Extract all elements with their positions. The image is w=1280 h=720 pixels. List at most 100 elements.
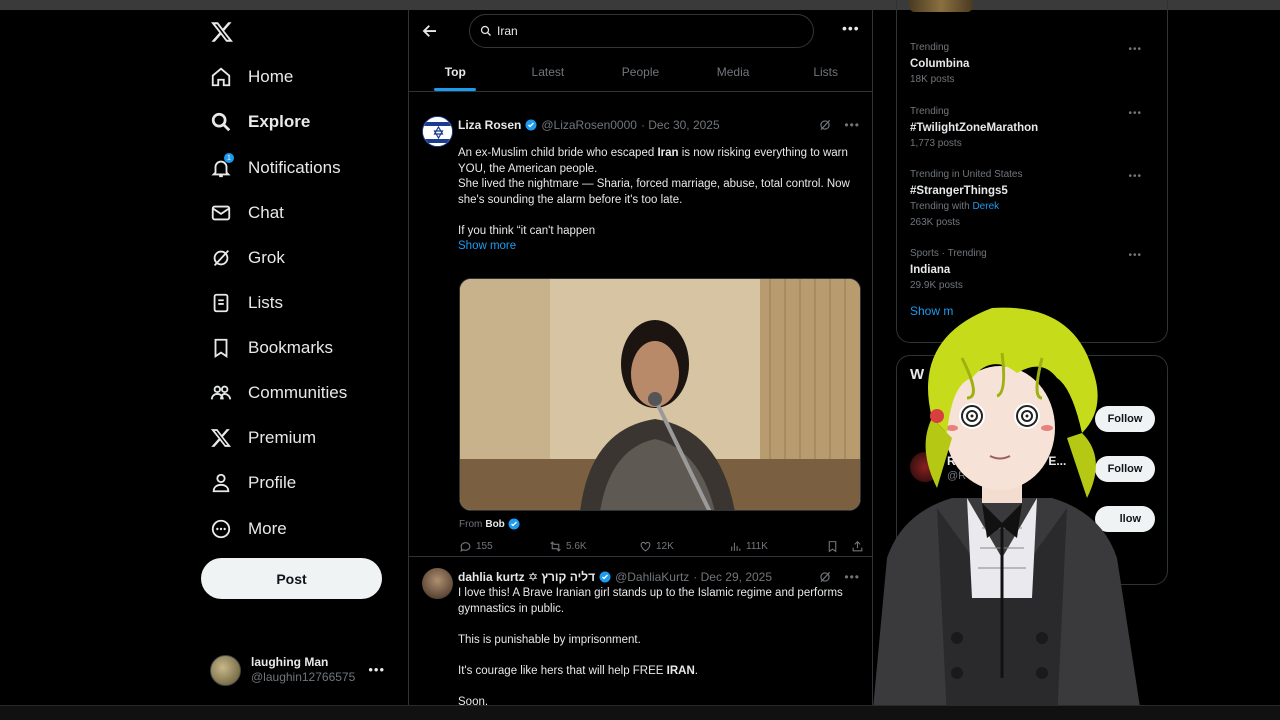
trend-title: #StrangerThings5: [910, 185, 1008, 197]
tweet[interactable]: dahlia kurtz ✡ דליה קורץ @DahliaKurtz · …: [409, 558, 872, 705]
grok-icon[interactable]: [818, 118, 832, 132]
show-more-link[interactable]: Show more: [458, 239, 863, 255]
like-button[interactable]: 12K: [639, 540, 729, 553]
more-dots-icon[interactable]: •••: [1128, 169, 1142, 185]
avatar[interactable]: [422, 116, 453, 147]
author-name[interactable]: dahlia kurtz ✡ דליה קורץ: [458, 570, 595, 584]
search-query: Iran: [497, 24, 518, 38]
more-dots-icon[interactable]: •••: [1128, 106, 1142, 122]
bookmark-icon[interactable]: [826, 540, 839, 553]
more-dots-icon[interactable]: •••: [1128, 42, 1142, 58]
trend-count: 18K posts: [910, 74, 955, 85]
text-line: This is punishable by imprisonment.: [458, 633, 641, 646]
nav-more[interactable]: More: [200, 509, 287, 549]
grok-icon[interactable]: [818, 570, 832, 584]
reply-count: 155: [476, 541, 493, 552]
nav-profile[interactable]: Profile: [200, 463, 296, 503]
vtuber-avatar-overlay: [872, 307, 1142, 720]
account-name: laughing Man: [251, 655, 329, 669]
avatar[interactable]: [422, 568, 453, 599]
verified-badge-icon: [525, 119, 537, 131]
nav-label: Lists: [248, 293, 283, 312]
trend-item[interactable]: Trending in United States #StrangerThing…: [910, 167, 1156, 231]
trend-item[interactable]: Trending Columbina 18K posts •••: [910, 40, 1156, 88]
nav-label: Grok: [248, 248, 285, 267]
repost-button[interactable]: 5.6K: [549, 540, 639, 553]
reply-icon: [460, 542, 471, 552]
repost-icon: [550, 541, 561, 552]
views-button[interactable]: 111K: [729, 540, 826, 553]
mail-icon: [211, 205, 231, 221]
verified-badge-icon: [508, 518, 520, 530]
more-dots-icon[interactable]: •••: [842, 20, 860, 36]
tab-latest[interactable]: Latest: [502, 56, 595, 91]
tab-top[interactable]: Top: [409, 56, 502, 91]
nav-chat[interactable]: Chat: [200, 193, 284, 233]
author-name[interactable]: Liza Rosen: [458, 118, 521, 132]
trend-category: Trending: [910, 42, 950, 53]
trend-with-prefix: Trending with: [910, 201, 970, 212]
nav-label: Premium: [248, 428, 317, 447]
author-handle[interactable]: @LizaRosen0000: [541, 118, 637, 132]
video-thumbnail[interactable]: [459, 278, 861, 511]
search-icon: [480, 25, 491, 36]
nav-explore[interactable]: Explore: [200, 102, 310, 142]
reply-button[interactable]: 155: [459, 540, 549, 553]
notification-badge: 1: [224, 153, 234, 163]
post-button[interactable]: Post: [201, 558, 382, 599]
tweet-stats: 155 5.6K 12K 111K: [459, 540, 864, 553]
tweet-text: An ex-Muslim child bride who escaped Ira…: [458, 146, 863, 255]
tweet-date[interactable]: · Dec 30, 2025: [641, 118, 720, 132]
heart-icon: [640, 541, 651, 552]
account-switcher[interactable]: laughing Man @laughin12766575 •••: [210, 650, 400, 690]
tab-lists[interactable]: Lists: [779, 56, 872, 91]
nav-label: More: [248, 519, 287, 538]
repost-count: 5.6K: [566, 541, 587, 552]
trend-with-link[interactable]: Derek: [972, 201, 999, 212]
nav-notifications[interactable]: 1 Notifications: [200, 148, 341, 188]
nav-label: Notifications: [248, 158, 341, 177]
trend-count: 1,773 posts: [910, 138, 962, 149]
from-name[interactable]: Bob: [485, 519, 504, 530]
more-dots-icon[interactable]: •••: [1128, 248, 1142, 264]
nav-communities[interactable]: Communities: [200, 373, 347, 413]
trend-count: 263K posts: [910, 217, 961, 228]
communities-icon: [210, 385, 232, 400]
more-circle-icon: [211, 519, 231, 539]
nav-home[interactable]: Home: [200, 57, 293, 97]
x-logo-icon: [210, 429, 232, 447]
views-icon: [731, 542, 741, 551]
trend-title: #TwilightZoneMarathon: [910, 122, 1039, 134]
more-dots-icon[interactable]: •••: [368, 662, 385, 677]
account-handle: @laughin12766575: [251, 670, 356, 684]
tweet[interactable]: Liza Rosen @LizaRosen0000 · Dec 30, 2025…: [409, 106, 872, 557]
israel-flag-icon: [423, 117, 452, 146]
trend-category: Trending in United States: [910, 169, 1023, 180]
text-span: It's courage like hers that will help FR…: [458, 664, 667, 677]
text-line: I love this! A Brave Iranian girl stands…: [458, 587, 843, 615]
tab-people[interactable]: People: [594, 56, 687, 91]
verified-badge-icon: [599, 571, 611, 583]
back-arrow-icon[interactable]: [421, 22, 439, 40]
author-handle[interactable]: @DahliaKurtz: [615, 570, 689, 584]
nav-premium[interactable]: Premium: [200, 418, 316, 458]
tweet-date[interactable]: · Dec 29, 2025: [693, 570, 772, 584]
tab-media[interactable]: Media: [687, 56, 780, 91]
text-bold: Iran: [657, 147, 679, 159]
video-source: From Bob: [459, 518, 520, 530]
main-timeline: Iran ••• Top Latest People Media Lists L…: [408, 10, 873, 705]
from-prefix: From: [459, 518, 483, 530]
nav-lists[interactable]: Lists: [200, 283, 283, 323]
nav-bookmarks[interactable]: Bookmarks: [200, 328, 333, 368]
nav-label: Chat: [248, 203, 284, 222]
nav-label: Explore: [248, 112, 311, 131]
person-icon: [212, 473, 230, 493]
trend-item[interactable]: Trending #TwilightZoneMarathon 1,773 pos…: [910, 104, 1156, 152]
trend-item[interactable]: Sports · Trending Indiana 29.9K posts ••…: [910, 246, 1156, 294]
text-span: .: [694, 664, 698, 677]
avatar: [210, 654, 241, 686]
more-dots-icon[interactable]: •••: [844, 118, 860, 132]
nav-grok[interactable]: Grok: [200, 238, 285, 278]
x-logo-icon[interactable]: [210, 20, 234, 44]
search-input[interactable]: Iran: [469, 14, 814, 48]
